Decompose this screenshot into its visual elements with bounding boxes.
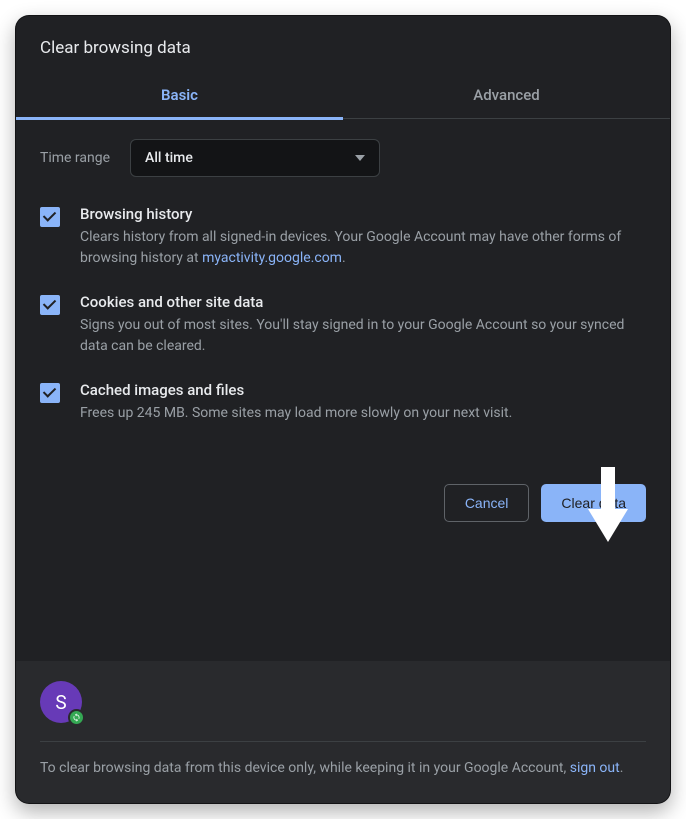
checkbox-cache[interactable] [40, 383, 60, 403]
dialog-footer: S To clear browsing data from this devic… [16, 661, 670, 803]
time-range-row: Time range All time [40, 139, 646, 177]
checkbox-cookies[interactable] [40, 295, 60, 315]
option-title: Cached images and files [80, 381, 646, 399]
avatar-row: S [40, 681, 646, 723]
time-range-value: All time [145, 150, 193, 166]
tab-basic[interactable]: Basic [16, 72, 343, 118]
dialog-title: Clear browsing data [16, 16, 670, 72]
time-range-select[interactable]: All time [130, 139, 380, 177]
tab-advanced[interactable]: Advanced [343, 72, 670, 118]
cancel-button[interactable]: Cancel [444, 484, 530, 522]
myactivity-link[interactable]: myactivity.google.com [202, 250, 342, 266]
tabs: Basic Advanced [16, 72, 670, 119]
dialog-buttons: Cancel Clear data [16, 484, 670, 542]
avatar[interactable]: S [40, 681, 82, 723]
sync-icon [68, 709, 85, 726]
clear-browsing-data-dialog: Clear browsing data Basic Advanced Time … [15, 15, 671, 804]
option-desc: Frees up 245 MB. Some sites may load mor… [80, 403, 646, 424]
sign-out-link[interactable]: sign out [570, 760, 620, 776]
option-cookies: Cookies and other site data Signs you ou… [40, 293, 646, 357]
footer-divider [40, 741, 646, 742]
option-cache: Cached images and files Frees up 245 MB.… [40, 381, 646, 424]
chevron-down-icon [355, 155, 365, 161]
option-title: Browsing history [80, 205, 646, 223]
dialog-content: Time range All time Browsing history Cle… [16, 119, 670, 448]
option-browsing-history: Browsing history Clears history from all… [40, 205, 646, 269]
option-desc: Signs you out of most sites. You'll stay… [80, 315, 646, 357]
clear-data-button[interactable]: Clear data [541, 484, 646, 522]
option-desc: Clears history from all signed-in device… [80, 227, 646, 269]
checkbox-browsing-history[interactable] [40, 207, 60, 227]
option-title: Cookies and other site data [80, 293, 646, 311]
footer-text: To clear browsing data from this device … [40, 758, 646, 779]
time-range-label: Time range [40, 150, 110, 166]
